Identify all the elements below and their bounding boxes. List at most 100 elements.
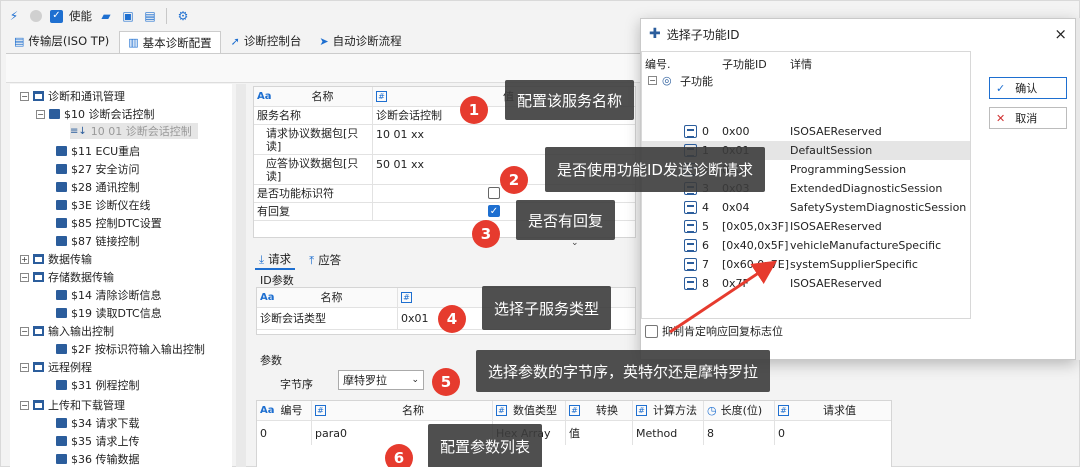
tree-item[interactable]: − 输入输出控制 bbox=[20, 323, 114, 339]
service-icon bbox=[56, 418, 67, 428]
row-detail: systemSupplierSpecific bbox=[790, 258, 918, 271]
cancel-button[interactable]: ✕ 取消 bbox=[989, 107, 1067, 129]
tab-label: 应答 bbox=[318, 253, 342, 267]
service-icon bbox=[56, 290, 67, 300]
tree-item[interactable]: + 数据传输 bbox=[20, 251, 92, 267]
dialog-titlebar: ✚ 选择子功能ID × bbox=[641, 19, 1077, 49]
byte-order-select[interactable]: 摩特罗拉 ⌄ bbox=[338, 370, 424, 390]
tree-item[interactable]: − 上传和下载管理 bbox=[20, 397, 125, 413]
expand-icon[interactable]: + bbox=[20, 254, 29, 264]
collapse-icon[interactable]: − bbox=[20, 400, 29, 410]
id-params-caption: ID参数 bbox=[260, 274, 294, 287]
tree-item[interactable]: $34 请求下载 bbox=[56, 415, 140, 431]
tree-item[interactable]: $85 控制DTC设置 bbox=[56, 215, 162, 231]
tree-item[interactable]: $27 安全访问 bbox=[56, 161, 140, 177]
subfunction-icon bbox=[684, 220, 697, 233]
service-icon bbox=[56, 380, 67, 390]
tab-label: 传输层(ISO TP) bbox=[28, 34, 110, 48]
close-icon[interactable]: × bbox=[1054, 25, 1067, 43]
tree-label: $11 ECU重启 bbox=[71, 145, 141, 158]
table-row[interactable]: 0 para0 Hex Array 值 Method 8 0 bbox=[257, 421, 891, 445]
collapse-icon[interactable]: − bbox=[20, 272, 29, 282]
row-detail: ExtendedDiagnosticSession bbox=[790, 182, 943, 195]
open-folder-icon[interactable]: ▰ bbox=[98, 8, 114, 24]
service-icon bbox=[56, 436, 67, 446]
tree-item[interactable]: $31 例程控制 bbox=[56, 377, 140, 393]
toolbar: ⚡ ✓ 使能 ▰ ▣ ▤ ⚙ bbox=[6, 4, 191, 28]
collapse-icon[interactable]: − bbox=[20, 91, 29, 101]
tree-item[interactable]: $35 请求上传 bbox=[56, 433, 140, 449]
tree-item[interactable]: $3E 诊断仪在线 bbox=[56, 197, 150, 213]
save-icon[interactable]: ▣ bbox=[120, 8, 136, 24]
row-detail: SafetySystemDiagnosticSession bbox=[790, 201, 967, 214]
save-as-icon[interactable]: ▤ bbox=[142, 8, 158, 24]
tree-item[interactable]: − 远程例程 bbox=[20, 359, 92, 375]
collapse-icon[interactable]: − bbox=[36, 109, 45, 119]
row-no: 0 bbox=[702, 125, 709, 138]
tree-item[interactable]: − 存储数据传输 bbox=[20, 269, 114, 285]
service-icon bbox=[56, 164, 67, 174]
tree-item[interactable]: $19 读取DTC信息 bbox=[56, 305, 162, 321]
hash-icon: # bbox=[496, 405, 507, 416]
tab-console[interactable]: ➚ 诊断控制台 bbox=[222, 31, 310, 53]
console-icon: ➚ bbox=[230, 34, 240, 48]
row-no: 4 bbox=[702, 201, 709, 214]
params-table: Aa 编号 # 名称 # 数值类型 # 转换 # 计算方法 ◷ 长度(位) # 请求值 0 p… bbox=[256, 400, 892, 467]
annotation-arrow bbox=[669, 260, 777, 334]
collapse-icon[interactable]: − bbox=[648, 76, 657, 85]
subfunction-row[interactable]: 0 0x00 ISOSAEReserved bbox=[642, 122, 970, 141]
tree-item[interactable]: − $10 诊断会话控制 bbox=[36, 106, 155, 122]
param-request-value: 0 bbox=[778, 426, 785, 440]
stop-icon[interactable] bbox=[28, 8, 44, 24]
subfunction-row[interactable]: 5 [0x05,0x3F] ISOSAEReserved bbox=[642, 217, 970, 236]
hash-icon: # bbox=[569, 405, 580, 416]
chevron-down-icon: ⌄ bbox=[411, 375, 419, 385]
collapse-icon[interactable]: − bbox=[20, 362, 29, 372]
tree-item-selected[interactable]: ≡↓ 10 01 诊断会话控制 bbox=[70, 123, 198, 139]
tree-label: 上传和下载管理 bbox=[48, 399, 125, 412]
tab-response[interactable]: ⤒ 应答 bbox=[305, 250, 345, 270]
tab-iso-tp[interactable]: ▤ 传输层(ISO TP) bbox=[6, 31, 118, 53]
service-icon bbox=[56, 454, 67, 464]
subfunction-row[interactable]: 4 0x04 SafetySystemDiagnosticSession bbox=[642, 198, 970, 217]
header-name: 名称 bbox=[320, 291, 343, 304]
request-response-tabs: ⤓ 请求 ⤒ 应答 bbox=[255, 250, 345, 270]
row-id: 0x00 bbox=[722, 125, 750, 138]
puzzle-icon: ✚ bbox=[649, 26, 661, 42]
tree-scrollbar[interactable] bbox=[236, 84, 246, 467]
collapse-icon[interactable]: − bbox=[20, 326, 29, 336]
tree-label: $85 控制DTC设置 bbox=[71, 217, 162, 230]
list-group[interactable]: − ◎ 子功能 bbox=[642, 71, 970, 90]
tree-item[interactable]: $14 清除诊断信息 bbox=[56, 287, 162, 303]
tab-auto-flow[interactable]: ➤ 自动诊断流程 bbox=[311, 31, 410, 53]
tree-item[interactable]: − 诊断和通讯管理 bbox=[20, 88, 125, 104]
tree-item[interactable]: $28 通讯控制 bbox=[56, 179, 140, 195]
tab-basic-config[interactable]: ▥ 基本诊断配置 bbox=[119, 31, 221, 53]
send-icon: ➤ bbox=[319, 34, 329, 48]
functional-id-checkbox[interactable] bbox=[488, 187, 500, 199]
dialog-title: 选择子功能ID bbox=[666, 27, 740, 42]
tree-item[interactable]: $2F 按标识符输入输出控制 bbox=[56, 341, 205, 357]
prop-name: 应答协议数据包[只读] bbox=[266, 156, 359, 183]
prop-name: 服务名称 bbox=[257, 109, 301, 122]
tree-item[interactable]: $36 传输数据 bbox=[56, 451, 140, 467]
has-reply-checkbox[interactable]: ✓ bbox=[488, 205, 500, 217]
lightning-icon[interactable]: ⚡ bbox=[6, 8, 22, 24]
callout-2: 是否使用功能ID发送诊断请求 bbox=[545, 147, 765, 192]
ok-button[interactable]: ✓ 确认 bbox=[989, 77, 1067, 99]
tree-item[interactable]: $87 链接控制 bbox=[56, 233, 140, 249]
col-header: 转换 bbox=[596, 404, 618, 417]
row-detail: vehicleManufactureSpecific bbox=[790, 239, 942, 252]
service-icon bbox=[56, 308, 67, 318]
tab-label: 诊断控制台 bbox=[243, 34, 302, 48]
col-header: 计算方法 bbox=[653, 404, 697, 417]
settings-icon[interactable]: ⚙ bbox=[175, 8, 191, 24]
main-tabs: ▤ 传输层(ISO TP) ▥ 基本诊断配置 ➚ 诊断控制台 ➤ 自动诊断流程 bbox=[6, 31, 410, 53]
toolbar-divider bbox=[166, 8, 167, 24]
enable-checkbox[interactable]: ✓ bbox=[50, 9, 63, 23]
tab-request[interactable]: ⤓ 请求 bbox=[255, 250, 296, 270]
tree-label: $87 链接控制 bbox=[71, 235, 140, 248]
tree-item[interactable]: $11 ECU重启 bbox=[56, 143, 140, 159]
enable-label: 使能 bbox=[69, 9, 92, 23]
tree-label: $31 例程控制 bbox=[71, 379, 140, 392]
